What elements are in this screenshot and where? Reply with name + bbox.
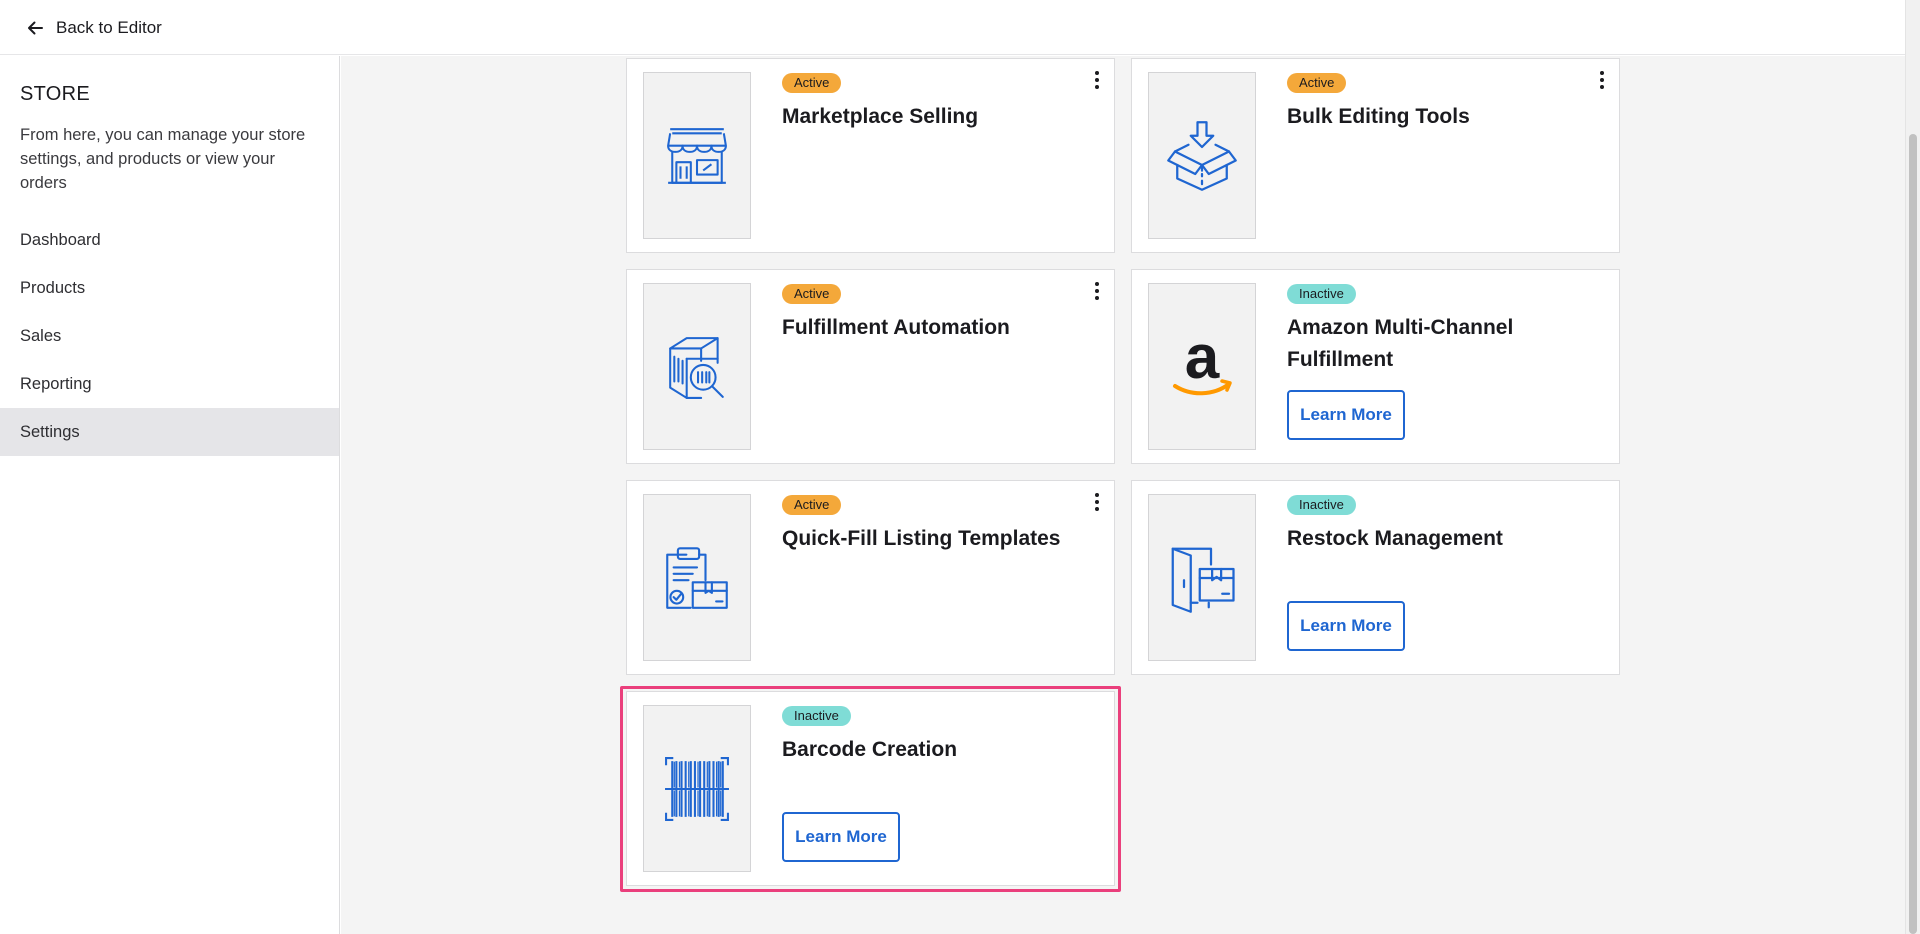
app-card-amazon-mcf[interactable]: a Inactive Amazon Multi-Channel Fulfillm…	[1131, 269, 1620, 464]
arrow-left-icon	[24, 17, 46, 39]
app-card-marketplace-selling[interactable]: Active Marketplace Selling	[626, 58, 1115, 253]
sidebar-item-reporting[interactable]: Reporting	[0, 360, 339, 408]
main-content	[341, 56, 1905, 934]
app-card-restock-management[interactable]: Inactive Restock Management Learn More	[1131, 480, 1620, 675]
back-to-editor-label: Back to Editor	[56, 18, 162, 37]
app-title: Barcode Creation	[782, 738, 958, 761]
package-search-icon	[643, 283, 751, 450]
app-title: Restock Management	[1287, 527, 1503, 550]
more-options-icon[interactable]	[1090, 69, 1104, 91]
sidebar-item-dashboard[interactable]: Dashboard	[0, 216, 339, 264]
status-badge: Active	[782, 495, 842, 515]
sidebar-title: STORE	[20, 83, 91, 105]
status-badge: Inactive	[1287, 495, 1356, 515]
app-card-fulfillment-automation[interactable]: Active Fulfillment Automation	[626, 269, 1115, 464]
more-options-icon[interactable]	[1090, 491, 1104, 513]
sidebar: STORE From here, you can manage your sto…	[0, 56, 340, 934]
door-box-icon	[1148, 494, 1256, 661]
learn-more-button[interactable]: Learn More	[1287, 390, 1405, 440]
sidebar-item-settings[interactable]: Settings	[0, 408, 339, 456]
sidebar-item-products[interactable]: Products	[0, 264, 339, 312]
app-title: Bulk Editing Tools	[1287, 105, 1470, 128]
app-title: Amazon Multi-Channel Fulfillment	[1287, 316, 1514, 371]
learn-more-button[interactable]: Learn More	[782, 812, 900, 862]
app-card-bulk-editing-tools[interactable]: Active Bulk Editing Tools	[1131, 58, 1620, 253]
status-badge: Active	[782, 73, 842, 93]
clipboard-box-icon	[643, 494, 751, 661]
storefront-icon	[643, 72, 751, 239]
more-options-icon[interactable]	[1595, 69, 1609, 91]
app-title: Quick-Fill Listing Templates	[782, 527, 1061, 550]
more-options-icon[interactable]	[1090, 280, 1104, 302]
app-title: Fulfillment Automation	[782, 316, 1010, 339]
status-badge: Inactive	[1287, 284, 1356, 304]
top-bar: Back to Editor	[0, 0, 1905, 55]
scrollbar-thumb[interactable]	[1909, 134, 1917, 934]
sidebar-description: From here, you can manage your store set…	[20, 126, 306, 192]
svg-text:a: a	[1185, 334, 1220, 392]
box-download-icon	[1148, 72, 1256, 239]
sidebar-nav: Dashboard Products Sales Reporting Setti…	[0, 216, 339, 456]
vertical-scrollbar[interactable]	[1905, 0, 1920, 934]
learn-more-button[interactable]: Learn More	[1287, 601, 1405, 651]
barcode-icon	[643, 705, 751, 872]
sidebar-item-sales[interactable]: Sales	[0, 312, 339, 360]
back-to-editor-button[interactable]: Back to Editor	[24, 15, 162, 41]
app-title: Marketplace Selling	[782, 105, 979, 128]
status-badge: Active	[782, 284, 842, 304]
amazon-logo-icon: a	[1148, 283, 1256, 450]
app-card-quick-fill-listing-templates[interactable]: Active Quick-Fill Listing Templates	[626, 480, 1115, 675]
app-card-barcode-creation[interactable]: Inactive Barcode Creation Learn More	[626, 691, 1115, 886]
status-badge: Active	[1287, 73, 1347, 93]
status-badge: Inactive	[782, 706, 851, 726]
